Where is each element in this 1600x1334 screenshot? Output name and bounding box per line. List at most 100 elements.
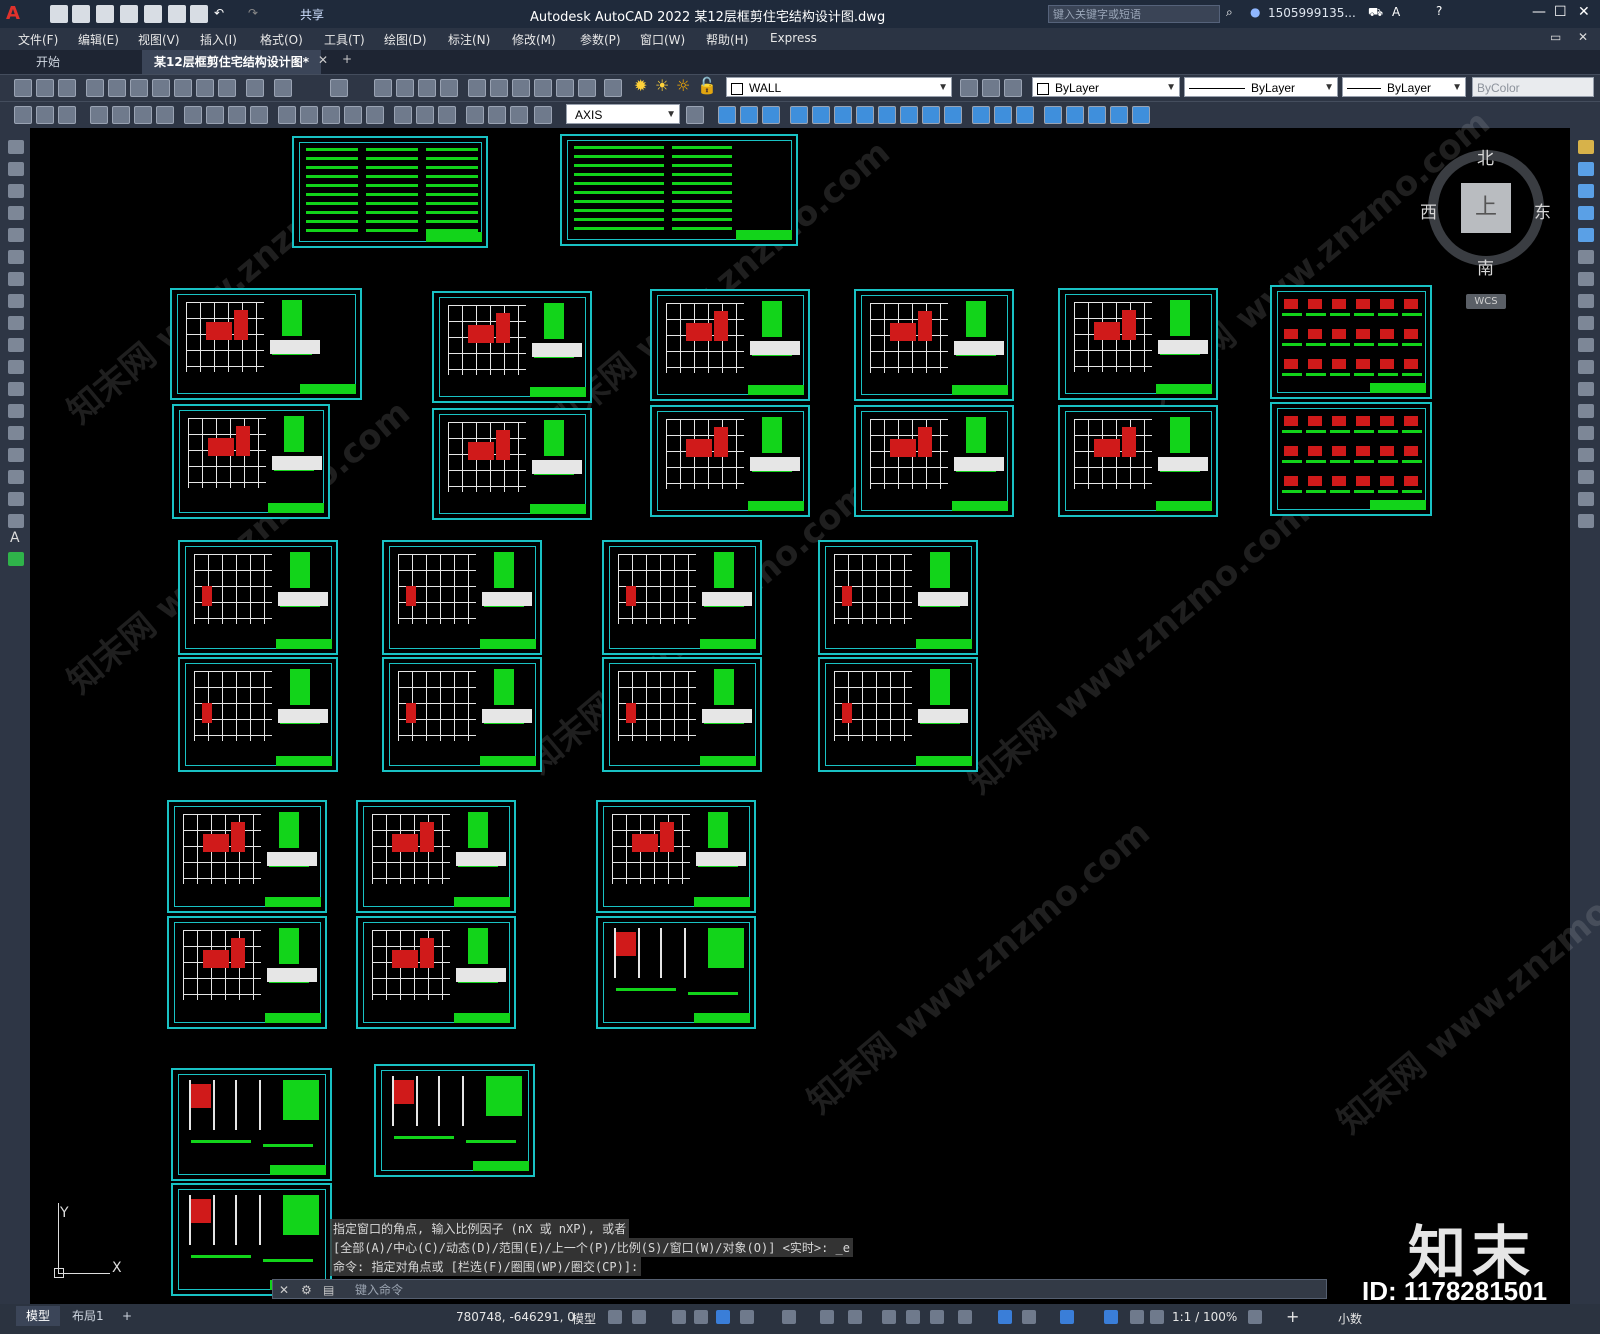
dimtedit-icon[interactable] bbox=[488, 106, 506, 124]
customize-icon[interactable]: ⚙ bbox=[301, 1280, 312, 1300]
auto-scale-icon[interactable] bbox=[1130, 1310, 1144, 1324]
ortho-icon[interactable] bbox=[716, 1310, 730, 1324]
menu-draw[interactable]: 绘图(D) bbox=[384, 31, 427, 48]
make-current-icon[interactable] bbox=[960, 79, 978, 97]
menu-format[interactable]: 格式(O) bbox=[260, 31, 303, 48]
paste-icon[interactable] bbox=[196, 79, 214, 97]
drawing-sheet[interactable] bbox=[1270, 285, 1432, 399]
drawing-sheet[interactable] bbox=[596, 800, 756, 913]
search-icon[interactable]: ⌕ bbox=[1226, 5, 1233, 20]
close-command-icon[interactable]: ✕ bbox=[279, 1280, 289, 1300]
save-as-icon[interactable] bbox=[120, 5, 138, 23]
drawing-sheet[interactable] bbox=[178, 657, 338, 772]
trim-icon[interactable] bbox=[1578, 338, 1594, 352]
spline-icon[interactable] bbox=[8, 316, 24, 330]
hatch-icon[interactable] bbox=[8, 448, 24, 462]
scale-icon[interactable] bbox=[1578, 294, 1594, 308]
snap-icon[interactable] bbox=[632, 1310, 646, 1324]
rotate-icon[interactable] bbox=[1578, 272, 1594, 286]
open-icon[interactable] bbox=[72, 5, 90, 23]
new-icon[interactable] bbox=[50, 5, 68, 23]
section-icon[interactable] bbox=[878, 106, 896, 124]
share-button[interactable]: 共享 bbox=[300, 6, 324, 23]
search-input[interactable]: 键入关键字或短语 bbox=[1048, 5, 1220, 23]
isodraft-icon[interactable] bbox=[782, 1310, 796, 1324]
menu-tools[interactable]: 工具(T) bbox=[324, 31, 365, 48]
selection-cycling-icon[interactable] bbox=[930, 1310, 944, 1324]
plot-icon[interactable] bbox=[86, 79, 104, 97]
infer-constraints-icon[interactable] bbox=[672, 1310, 686, 1324]
tab-layout1[interactable]: 布局1 bbox=[62, 1306, 114, 1326]
lineweight-dropdown[interactable]: ByLayer ▼ bbox=[1342, 77, 1466, 97]
drawing-sheet[interactable] bbox=[650, 405, 810, 517]
open-file-icon[interactable] bbox=[36, 79, 54, 97]
diameter-dim-icon[interactable] bbox=[228, 106, 246, 124]
compass-north[interactable]: 北 bbox=[1477, 144, 1494, 169]
tab-start[interactable]: 开始 bbox=[24, 50, 72, 74]
menu-file[interactable]: 文件(F) bbox=[18, 31, 58, 48]
design-center-icon[interactable] bbox=[490, 79, 508, 97]
autocad-logo-icon[interactable]: A bbox=[6, 3, 28, 25]
continue-dim-icon[interactable] bbox=[322, 106, 340, 124]
drawing-sheet[interactable] bbox=[1270, 402, 1432, 516]
move-3d-icon[interactable] bbox=[1044, 106, 1062, 124]
ordinate-dim-icon[interactable] bbox=[156, 106, 174, 124]
linetype-dropdown[interactable]: ByLayer ▼ bbox=[1184, 77, 1338, 97]
move-icon[interactable] bbox=[1578, 250, 1594, 264]
region-icon[interactable] bbox=[8, 492, 24, 506]
user-account[interactable]: 1505999135... bbox=[1268, 6, 1356, 20]
menu-express[interactable]: Express bbox=[770, 31, 817, 45]
union-icon[interactable] bbox=[790, 106, 808, 124]
drawing-sheet[interactable] bbox=[1058, 405, 1218, 517]
tab-model[interactable]: 模型 bbox=[16, 1306, 61, 1326]
gradient-icon[interactable] bbox=[8, 470, 24, 484]
help-toolbar-icon[interactable] bbox=[604, 79, 622, 97]
tab-drawing[interactable]: 某12层框剪住宅结构设计图* bbox=[142, 50, 321, 74]
units-button[interactable]: 小数 bbox=[1338, 1310, 1362, 1327]
compass-east[interactable]: 东 bbox=[1534, 198, 1551, 223]
qdim-icon[interactable] bbox=[14, 106, 32, 124]
offset-icon[interactable] bbox=[1578, 206, 1594, 220]
explode-icon[interactable] bbox=[1578, 514, 1594, 528]
copy-icon[interactable] bbox=[174, 79, 192, 97]
markup-icon[interactable] bbox=[556, 79, 574, 97]
dim-override-icon[interactable] bbox=[686, 106, 704, 124]
align-3d-icon[interactable] bbox=[1088, 106, 1106, 124]
minimize-icon[interactable]: — bbox=[1532, 4, 1546, 20]
radius-dim-icon[interactable] bbox=[184, 106, 202, 124]
drawing-sheet[interactable] bbox=[1058, 288, 1218, 400]
drawing-sheet[interactable] bbox=[171, 1068, 332, 1181]
shell-icon[interactable] bbox=[972, 106, 990, 124]
recent-commands-icon[interactable]: ▤ bbox=[323, 1280, 334, 1300]
drawing-sheet[interactable] bbox=[292, 136, 488, 248]
workspace-icon[interactable] bbox=[1248, 1310, 1262, 1324]
extend-icon[interactable] bbox=[1578, 360, 1594, 374]
color-dropdown[interactable]: ByLayer ▼ bbox=[1032, 77, 1180, 97]
drawing-sheet[interactable] bbox=[854, 405, 1014, 517]
break-at-point-icon[interactable] bbox=[1578, 382, 1594, 396]
inspect-icon[interactable] bbox=[438, 106, 456, 124]
cut-icon[interactable] bbox=[152, 79, 170, 97]
baseline-dim-icon[interactable] bbox=[300, 106, 318, 124]
lock-icon[interactable]: 🔓 bbox=[697, 76, 717, 95]
mtext-icon[interactable]: A bbox=[10, 530, 20, 546]
transparency-icon[interactable] bbox=[906, 1310, 920, 1324]
cart-icon[interactable]: ⛟ bbox=[1368, 5, 1383, 21]
rotate-3d-icon[interactable] bbox=[1066, 106, 1084, 124]
tolerance-icon[interactable] bbox=[394, 106, 412, 124]
array-3d-icon[interactable] bbox=[1110, 106, 1128, 124]
grid-icon[interactable] bbox=[608, 1310, 622, 1324]
web-open-icon[interactable] bbox=[168, 5, 186, 23]
arc-icon[interactable] bbox=[8, 250, 24, 264]
linear-dim-icon[interactable] bbox=[90, 106, 108, 124]
table-icon[interactable] bbox=[8, 514, 24, 528]
circle-icon[interactable] bbox=[8, 272, 24, 286]
interfere-icon[interactable] bbox=[900, 106, 918, 124]
drawing-sheet[interactable] bbox=[854, 289, 1014, 401]
object-snap-icon[interactable] bbox=[848, 1310, 862, 1324]
undo-icon[interactable]: ↶ bbox=[214, 6, 224, 20]
compass-west[interactable]: 西 bbox=[1420, 198, 1437, 223]
zoom-realtime-icon[interactable] bbox=[396, 79, 414, 97]
drawing-sheet[interactable] bbox=[818, 540, 978, 655]
sheet-set-icon[interactable] bbox=[534, 79, 552, 97]
